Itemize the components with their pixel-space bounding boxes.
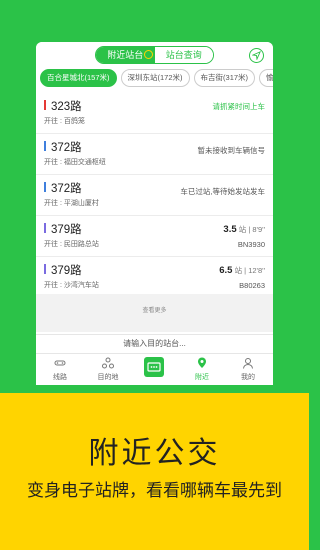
promo-title: 附近公交 (88, 437, 221, 470)
route-row[interactable]: 379路 开往 : 民田路总站 3.5 站 | 8'9'' BN3930 (36, 216, 273, 257)
location-arrow-icon[interactable] (249, 48, 264, 63)
bus-plate: B80263 (239, 281, 265, 290)
view-more-link[interactable]: 查看更多 (36, 305, 273, 314)
route-destination: 开往 : 沙湾汽车站 (44, 282, 99, 289)
nearby-stop-chips: 百合星城北(157米) 深圳东站(172米) 布吉街(317米) 愉 (36, 69, 273, 91)
route-name: 372路 (51, 183, 82, 195)
route-destination: 开往 : 民田路总站 (44, 241, 99, 248)
phone-screen: 附近站台 站台查询 百合星城北(157米) 深圳东站(172米) 布吉街(317… (36, 42, 273, 385)
stops-away-count: 6.5 (219, 265, 233, 276)
stops-away: 6.5 站 | 12'8'' (219, 265, 265, 276)
destination-icon (102, 357, 114, 369)
tab-mine[interactable]: 我的 (228, 354, 268, 385)
tab-destination[interactable]: 目的地 (88, 354, 128, 385)
stop-chip[interactable]: 百合星城北(157米) (40, 69, 117, 87)
tab-mine-label: 我的 (241, 374, 255, 381)
tab-station-search-label: 站台查询 (165, 50, 202, 60)
route-name: 379路 (51, 265, 82, 277)
stop-chip[interactable]: 深圳东站(172米) (120, 69, 190, 87)
tab-nearby-stations-label: 附近站台 (107, 50, 144, 60)
eta: | 12'8'' (244, 266, 265, 275)
segmented-control: 附近站台 站台查询 (95, 46, 214, 64)
tab-station-search[interactable]: 站台查询 (154, 47, 213, 63)
bus-card-icon[interactable] (144, 357, 164, 377)
stops-away-count: 3.5 (223, 224, 237, 235)
destination-input[interactable]: 请输入目的站台... (36, 334, 273, 352)
tab-destination-label: 目的地 (97, 374, 119, 381)
tab-lines[interactable]: 线路 (40, 354, 80, 385)
route-destination: 开往 : 福田交通枢纽 (44, 159, 106, 166)
route-row[interactable]: 372路 开往 : 福田交通枢纽 暂未接收到车辆信号 (36, 134, 273, 175)
route-row[interactable]: 379路 开往 : 沙湾汽车站 6.5 站 | 12'8'' B80263 (36, 257, 273, 298)
stops-away-unit: 站 (234, 266, 243, 275)
route-status: 车已过站,等待始发站发车 (180, 187, 265, 196)
promo-subtitle: 变身电子站牌，看看哪辆车最先到 (27, 481, 282, 500)
route-name: 372路 (51, 142, 82, 154)
route-color-bar (44, 223, 46, 233)
bus-line-icon (54, 360, 66, 366)
top-header: 附近站台 站台查询 (36, 42, 273, 68)
route-destination: 开往 : 百鸽笼 (44, 118, 85, 125)
route-color-bar (44, 264, 46, 274)
tab-lines-label: 线路 (53, 374, 67, 381)
user-icon (243, 358, 253, 369)
tab-nearby-stations[interactable]: 附近站台 (96, 47, 155, 63)
route-color-bar (44, 100, 46, 110)
eta: | 8'9'' (248, 225, 265, 234)
stop-chip[interactable]: 愉 (259, 69, 273, 87)
bus-plate: BN3930 (237, 240, 265, 249)
route-color-bar (44, 182, 46, 192)
bottom-tab-bar: 线路 目的地 附近 我的 (36, 353, 273, 385)
route-name: 379路 (51, 224, 82, 236)
indicator-dot-icon (143, 50, 153, 59)
stops-away-unit: 站 (238, 225, 247, 234)
nearby-pin-icon (198, 357, 206, 368)
route-name: 323路 (51, 101, 82, 113)
tab-nearby-label: 附近 (195, 374, 209, 381)
route-status: 暂未接收到车辆信号 (197, 146, 266, 155)
tab-nearby[interactable]: 附近 (182, 354, 222, 385)
route-list: 323路 开往 : 百鸽笼 请抓紧时间上车 372路 开往 : 福田交通枢纽 暂… (36, 93, 273, 298)
route-destination: 开往 : 平湖山厦村 (44, 200, 99, 207)
route-row[interactable]: 372路 开往 : 平湖山厦村 车已过站,等待始发站发车 (36, 175, 273, 216)
route-row[interactable]: 323路 开往 : 百鸽笼 请抓紧时间上车 (36, 93, 273, 134)
route-status: 请抓紧时间上车 (212, 102, 266, 111)
route-color-bar (44, 141, 46, 151)
stop-chip[interactable]: 布吉街(317米) (193, 69, 256, 87)
stops-away: 3.5 站 | 8'9'' (223, 224, 265, 235)
